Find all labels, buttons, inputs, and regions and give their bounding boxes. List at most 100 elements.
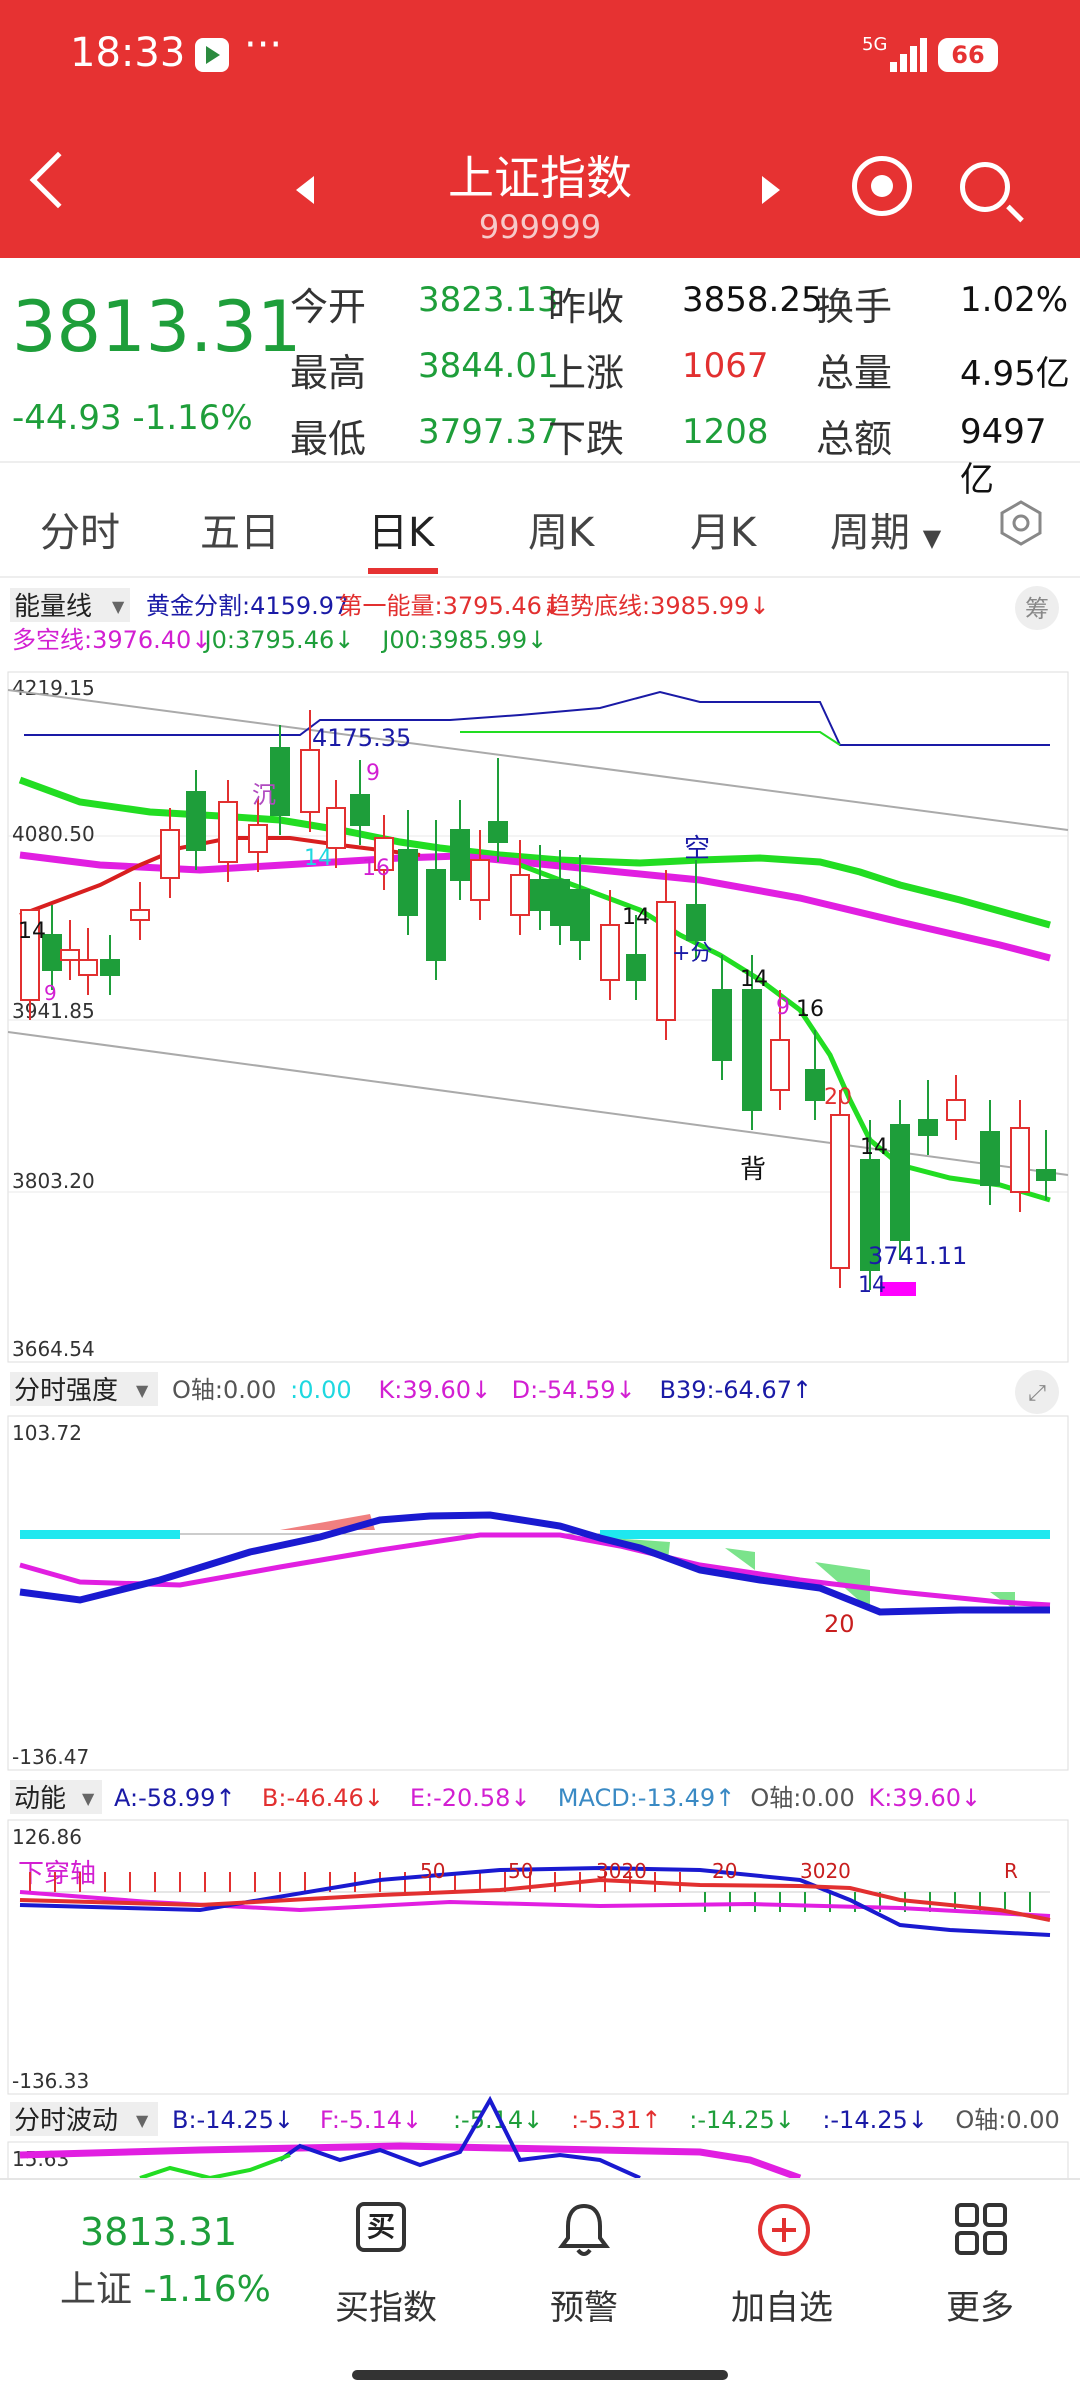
legend-item: 趋势底线:3985.99↓ xyxy=(546,592,769,620)
current-price: 3813.31 xyxy=(12,286,302,368)
svg-text:16: 16 xyxy=(796,997,824,1022)
candle-body xyxy=(248,824,268,853)
svg-text:50: 50 xyxy=(420,1859,445,1883)
first-energy-line xyxy=(460,731,841,746)
indicator-name-strength: 分时强度 xyxy=(14,1376,118,1406)
main-legend-row2: 多空线:3976.40↓J0:3795.46↓ J00:3985.99↓ xyxy=(12,626,547,654)
svg-text:14: 14 xyxy=(860,1135,888,1160)
legend-item: :-5.31↑ xyxy=(571,2106,661,2134)
candle-body xyxy=(510,874,530,916)
home-indicator[interactable] xyxy=(352,2370,728,2380)
prev-stock-button[interactable] xyxy=(296,176,314,204)
quote-label: 最低 xyxy=(290,417,367,461)
header: 18:33 ··· 5G 66 上证指数 999999 xyxy=(0,0,1080,258)
energy-legend: A:-58.99↑ B:-46.46↓ E:-20.58↓ MACD:-13.49↑ O… xyxy=(114,1784,981,1812)
candle-body xyxy=(626,954,646,981)
golden-section-line xyxy=(24,690,1050,746)
candle-body xyxy=(742,989,762,1111)
chevron-down-icon: ▼ xyxy=(922,524,942,552)
candle-body xyxy=(890,1124,910,1241)
candle-body xyxy=(60,949,80,961)
y-label: -136.33 xyxy=(12,2069,89,2093)
tab-daily-k[interactable]: 日K xyxy=(368,500,434,558)
signal-label: 背 xyxy=(740,1155,766,1185)
tab-weekly-k[interactable]: 周K xyxy=(528,500,594,558)
main-legend-row1: 黄金分割:4159.97第一能量:3795.46↓趋势底线:3985.99↓ xyxy=(146,592,769,620)
svg-text:20: 20 xyxy=(712,1859,737,1883)
strength-legend: O轴:0.00:0.00 K:39.60↓ D:-54.59↓ B39:-64.67↑ xyxy=(172,1376,812,1404)
signal-number: 20 xyxy=(824,1085,852,1110)
tab-period[interactable]: 周期 ▼ xyxy=(830,500,941,558)
y-label: -136.47 xyxy=(12,1745,89,1769)
candle-body xyxy=(918,1119,938,1136)
green-short-line xyxy=(519,862,1051,1203)
svg-text:50: 50 xyxy=(508,1859,533,1883)
stock-code: 999999 xyxy=(478,208,602,246)
quote-value: 3823.13 xyxy=(418,280,559,320)
alert-button[interactable]: 预警 xyxy=(484,2280,684,2329)
tab-monthly-k[interactable]: 月K xyxy=(690,500,756,558)
candle-body xyxy=(830,1114,850,1269)
candle-body xyxy=(712,989,732,1061)
signal-number: 9 xyxy=(366,761,380,786)
quote-value: 3858.25 xyxy=(682,280,823,320)
network-label: 5G xyxy=(862,34,888,55)
settings-hex-icon[interactable] xyxy=(998,500,1044,546)
legend-item: :-14.25↓ xyxy=(689,2106,795,2134)
candle-body xyxy=(186,791,206,851)
candle-body xyxy=(488,821,508,843)
signal-icon xyxy=(890,38,928,72)
add-watchlist-button[interactable]: 加自选 xyxy=(682,2280,882,2329)
status-time: 18:33 xyxy=(70,30,186,76)
tab-five-day[interactable]: 五日 xyxy=(200,500,280,558)
dropdown-icon: ▼ xyxy=(112,597,125,616)
candle-body xyxy=(100,959,120,976)
price-change: -44.93 -1.16% xyxy=(12,398,253,438)
candle-body xyxy=(470,859,490,901)
candle-body xyxy=(530,879,550,911)
app-icon xyxy=(195,38,229,72)
legend-item: :-14.25↓ xyxy=(822,2106,928,2134)
candle-body xyxy=(160,829,180,879)
legend-item: K:39.60↓ xyxy=(379,1376,492,1404)
quote-panel: 3813.31 -44.93 -1.16% 今开 3823.13 昨收 3858.25… xyxy=(0,258,1080,500)
candle-body xyxy=(770,1039,790,1091)
candle-body xyxy=(326,807,346,849)
back-button[interactable] xyxy=(29,151,87,209)
legend-item: MACD:-13.49↑ xyxy=(558,1784,736,1812)
candle-body xyxy=(350,794,370,826)
bottom-name: 上证 -1.16% xyxy=(60,2269,271,2310)
signal-label: 沉 xyxy=(252,781,276,809)
candle-body xyxy=(218,801,238,863)
legend-item: :0.00 xyxy=(290,1376,352,1404)
candle-body xyxy=(398,849,418,916)
search-icon[interactable] xyxy=(960,162,1010,212)
y-label: 103.72 xyxy=(12,1421,82,1445)
legend-item: O轴:0.00 xyxy=(750,1784,854,1812)
candle-body xyxy=(450,829,470,881)
bottom-price: 3813.31 xyxy=(80,2210,238,2254)
svg-text:⤢: ⤢ xyxy=(1028,1381,1046,1406)
indicator-name-energy: 动能 xyxy=(14,1784,66,1814)
tab-intraday[interactable]: 分时 xyxy=(40,500,120,558)
more-button[interactable]: 更多 xyxy=(880,2280,1080,2329)
y-label: 4080.50 xyxy=(12,822,95,846)
chip-button-label: 筹 xyxy=(1025,595,1049,623)
quote-value: 3844.01 xyxy=(418,346,559,386)
candle-body xyxy=(570,889,590,941)
period-tabs: 分时 五日 日K 周K 月K 周期 ▼ xyxy=(0,470,1080,578)
indicator-name-wave: 分时波动 xyxy=(14,2106,118,2136)
kline-chart-area[interactable]: 能量线 ▼ 黄金分割:4159.97 第一能量:3795.46↓ 趋势底线:3985… xyxy=(0,580,1080,2183)
candle-body xyxy=(550,879,570,926)
legend-item: E:-20.58↓ xyxy=(410,1784,531,1812)
indicator-name-main: 能量线 xyxy=(14,592,92,622)
low-price-label: 3741.11 xyxy=(868,1242,967,1270)
legend-item: 黄金分割:4159.97 xyxy=(146,592,349,620)
svg-text:3020: 3020 xyxy=(596,1859,647,1883)
y-label: 3664.54 xyxy=(12,1337,95,1361)
quote-label: 总额 xyxy=(816,417,893,461)
buy-index-button[interactable]: 买指数 xyxy=(286,2280,486,2329)
mascot-icon[interactable] xyxy=(852,156,912,216)
svg-text:R: R xyxy=(1004,1859,1018,1883)
next-stock-button[interactable] xyxy=(762,176,780,204)
